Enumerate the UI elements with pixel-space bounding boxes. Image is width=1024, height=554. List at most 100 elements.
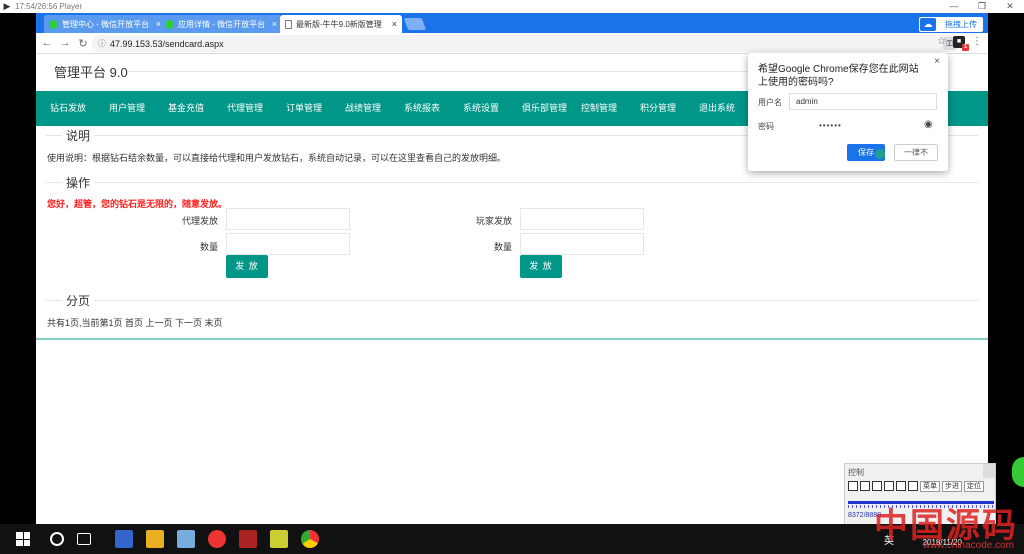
- search-icon[interactable]: [50, 532, 64, 546]
- username-field[interactable]: admin: [789, 93, 937, 110]
- desc-legend: 说明: [62, 127, 95, 144]
- player-title: 17:54/26:56 Player: [15, 2, 83, 11]
- title-divider: [128, 71, 748, 72]
- chrome-icon[interactable]: [301, 530, 319, 548]
- tab-close-icon[interactable]: ×: [272, 19, 277, 29]
- save-password-popup: 希望Google Chrome保存您在此网站上使用的密码吗? × 用户名 adm…: [748, 53, 948, 171]
- app-icon-4[interactable]: [270, 530, 288, 548]
- player-logo-icon: ▶: [3, 1, 11, 11]
- tab-title: 最新版-牛牛9.0新版管理: [296, 19, 382, 29]
- menu-item-users[interactable]: 用户管理: [109, 91, 154, 126]
- tab-app-detail[interactable]: 应用详情 - 微信开放平台 ×: [160, 15, 282, 33]
- star-icon[interactable]: ☆: [937, 36, 946, 48]
- play-icon[interactable]: [848, 481, 858, 491]
- stop-icon[interactable]: [872, 481, 882, 491]
- window-controls: — ❐ ✕: [940, 1, 1024, 12]
- player-qty-input[interactable]: [520, 233, 644, 255]
- agent-label: 代理发放: [181, 216, 218, 226]
- menu-item-reports[interactable]: 系统报表: [404, 91, 449, 126]
- agent-qty-input[interactable]: [226, 233, 350, 255]
- page-icon: [285, 19, 292, 29]
- menu-item-fund[interactable]: 基金充值: [168, 91, 213, 126]
- menu-icon[interactable]: ⋮: [972, 36, 982, 48]
- windows-start-icon[interactable]: [16, 532, 30, 546]
- wechat-icon: [165, 19, 174, 29]
- control-buttons: 菜单 步进 定位: [848, 481, 984, 492]
- menu-item-points[interactable]: 积分管理: [640, 91, 685, 126]
- menu-item-logout[interactable]: 退出系统: [699, 91, 744, 126]
- task-view-icon[interactable]: [77, 533, 91, 545]
- toolbar-right: ☆ ■ 1 ⋮: [937, 36, 982, 51]
- pager-divider: [46, 300, 978, 301]
- player-label: 玩家发放: [475, 216, 512, 226]
- fullscreen-icon[interactable]: [896, 481, 906, 491]
- menu-item-diamond[interactable]: 钻石发放: [50, 91, 95, 126]
- reload-icon[interactable]: ↻: [76, 37, 90, 50]
- control-step-button[interactable]: 步进: [942, 481, 962, 492]
- eye-icon[interactable]: ◉: [924, 119, 933, 130]
- back-icon[interactable]: ←: [40, 37, 54, 49]
- screen: ▶ 17:54/26:56 Player — ❐ ✕ 管理中心 - 微信开放平台…: [0, 0, 1024, 554]
- player-id-input[interactable]: [520, 208, 644, 230]
- op-divider: [46, 182, 978, 183]
- app-icon-2[interactable]: [177, 530, 195, 548]
- control-title: 控制: [848, 468, 864, 477]
- bottom-rule: [36, 338, 988, 340]
- close-button[interactable]: ✕: [996, 1, 1024, 12]
- cursor-indicator: [875, 149, 885, 159]
- wechat-icon: [49, 19, 58, 29]
- menu-item-orders[interactable]: 订单管理: [286, 91, 331, 126]
- popup-close-icon[interactable]: ×: [934, 56, 940, 67]
- tab-wechat-admin[interactable]: 管理中心 - 微信开放平台 ×: [44, 15, 166, 33]
- agent-submit-button[interactable]: 发 放: [226, 255, 268, 278]
- upload-icon: ☁: [920, 18, 936, 31]
- control-locate-button[interactable]: 定位: [964, 481, 984, 492]
- menu-item-settings[interactable]: 系统设置: [463, 91, 508, 126]
- folder-icon[interactable]: [146, 530, 164, 548]
- password-label: 密码: [758, 122, 774, 131]
- taskbar: 英 2018/11/20: [0, 524, 1024, 554]
- control-close-button[interactable]: [983, 464, 995, 478]
- tab-close-icon[interactable]: ×: [392, 19, 397, 29]
- app-icon-1[interactable]: [115, 530, 133, 548]
- op-legend: 操作: [62, 174, 95, 191]
- browser-tabstrip: 管理中心 - 微信开放平台 × 应用详情 - 微信开放平台 × 最新版-牛牛9.…: [36, 13, 988, 33]
- player-qty-label: 数量: [493, 242, 512, 252]
- settings-icon[interactable]: [908, 481, 918, 491]
- menu-item-agents[interactable]: 代理管理: [227, 91, 272, 126]
- netease-icon[interactable]: [208, 530, 226, 548]
- warning-text: 您好，超管，您的钻石是无限的，随意发放。: [47, 199, 228, 209]
- address-bar[interactable]: ⓘ 47.99.153.53/sendcard.aspx ⚿: [92, 35, 960, 52]
- popup-title: 希望Google Chrome保存您在此网站上使用的密码吗?: [758, 64, 919, 88]
- maximize-button[interactable]: ❐: [968, 1, 996, 12]
- menu-item-control[interactable]: 控制管理: [581, 91, 626, 126]
- never-button[interactable]: 一律不: [894, 144, 938, 161]
- floating-green-widget[interactable]: [1012, 457, 1024, 487]
- pause-icon[interactable]: [860, 481, 870, 491]
- upload-button[interactable]: ☁ 拖拽上传: [919, 17, 983, 32]
- screen-icon[interactable]: [884, 481, 894, 491]
- agent-id-input[interactable]: [226, 208, 350, 230]
- pager-legend: 分页: [62, 292, 95, 309]
- site-title: 管理平台 9.0: [54, 65, 128, 80]
- minimize-button[interactable]: —: [940, 1, 968, 12]
- menu-item-clubs[interactable]: 俱乐部管理: [522, 91, 567, 126]
- tab-niuniu-admin[interactable]: 最新版-牛牛9.0新版管理 ×: [280, 15, 402, 33]
- browser-toolbar: ← → ↻ ⓘ 47.99.153.53/sendcard.aspx ⚿ ☆ ■…: [36, 33, 988, 54]
- desc-text: 使用说明：根据钻石结余数量，可以直接给代理和用户发放钻石，系统自动记录，可以在这…: [47, 153, 507, 163]
- menu-item-records[interactable]: 战绩管理: [345, 91, 390, 126]
- pager-text[interactable]: 共有1页,当前第1页 首页 上一页 下一页 末页: [47, 316, 223, 329]
- address-url[interactable]: 47.99.153.53/sendcard.aspx: [110, 39, 224, 49]
- username-label: 用户名: [758, 98, 782, 107]
- forward-icon[interactable]: →: [58, 37, 72, 49]
- player-submit-button[interactable]: 发 放: [520, 255, 562, 278]
- info-icon[interactable]: ⓘ: [98, 38, 106, 49]
- new-tab-button[interactable]: [403, 18, 427, 30]
- agent-qty-label: 数量: [199, 242, 218, 252]
- tab-title: 管理中心 - 微信开放平台: [62, 19, 150, 29]
- app-icon-3[interactable]: [239, 530, 257, 548]
- extension-icon[interactable]: ■ 1: [953, 36, 969, 51]
- control-menu-button[interactable]: 菜单: [920, 481, 940, 492]
- tab-title: 应用详情 - 微信开放平台: [178, 19, 266, 29]
- watermark-url: www.chinacode.com: [922, 540, 1014, 551]
